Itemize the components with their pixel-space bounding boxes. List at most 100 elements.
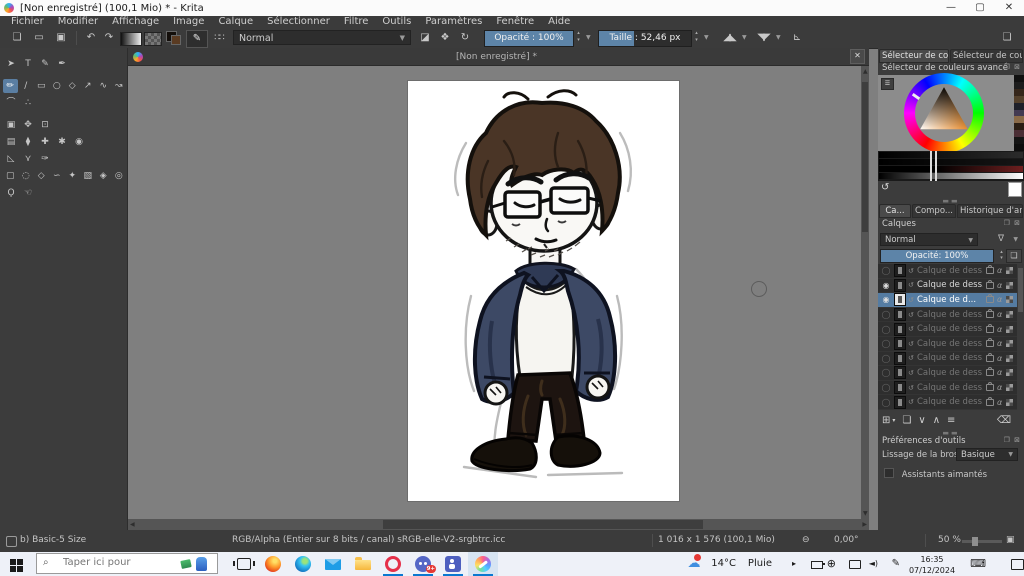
zoom-slider-thumb[interactable]	[972, 537, 978, 546]
visibility-icon[interactable]	[880, 325, 892, 334]
polyline-tool[interactable]: ↗	[81, 79, 96, 93]
visibility-icon[interactable]	[880, 383, 892, 392]
chevron-down-icon[interactable]: ▼	[586, 34, 591, 41]
document-close-button[interactable]: ✕	[850, 49, 865, 64]
lock-icon[interactable]	[986, 338, 994, 348]
lock-icon[interactable]	[986, 367, 994, 377]
fill-tool[interactable]: ◉	[71, 135, 87, 149]
save-icon[interactable]: ▣	[52, 30, 70, 46]
contiguous-select-tool[interactable]: ▧	[81, 169, 96, 183]
alpha-lock-icon[interactable]: α	[997, 354, 1006, 363]
alpha-lock-icon[interactable]: α	[997, 339, 1006, 348]
text-tool[interactable]: T	[20, 57, 36, 71]
lock-icon[interactable]	[986, 265, 994, 275]
menu-item[interactable]: Affichage	[105, 16, 166, 28]
magnetic-select-tool[interactable]: ◎	[112, 169, 127, 183]
battery-icon[interactable]	[804, 552, 825, 576]
brush-size-slider[interactable]: Taille : 52,46 px	[598, 30, 692, 47]
color-slider-strips[interactable]	[878, 151, 1024, 181]
taskview-button[interactable]	[228, 552, 258, 576]
duplicate-layer-button[interactable]: ❏	[902, 415, 911, 426]
menu-item[interactable]: Calque	[211, 16, 260, 28]
history-swatch[interactable]	[1014, 109, 1024, 117]
alpha-lock-icon[interactable]: α	[997, 295, 1006, 304]
scroll-up-icon[interactable]: ▲	[863, 66, 868, 77]
alpha-lock-icon[interactable]: α	[997, 310, 1006, 319]
tab-undo-history[interactable]: Historique d'annu...	[957, 204, 1023, 218]
alpha-lock-icon[interactable]: α	[997, 398, 1006, 407]
firefox-icon[interactable]	[258, 552, 288, 576]
layer-filter-icon[interactable]: ∇	[998, 234, 1004, 244]
line-tool[interactable]: ∕	[19, 79, 34, 93]
lock-icon[interactable]	[986, 382, 994, 392]
visibility-icon[interactable]	[880, 281, 892, 290]
tray-chevron-icon[interactable]: ▸	[792, 552, 796, 576]
move-layer-down-button[interactable]: ∨	[918, 415, 925, 426]
selector-options-icon[interactable]: ☰	[881, 78, 894, 90]
open-icon[interactable]: ▭	[30, 30, 48, 46]
network-icon[interactable]: ⊕	[827, 552, 836, 576]
bezier-curve-tool[interactable]: ∿	[96, 79, 111, 93]
visibility-icon[interactable]	[880, 354, 892, 363]
visibility-icon[interactable]	[880, 310, 892, 319]
layer-row[interactable]: Calque de dess... α	[878, 395, 1017, 410]
freehand-path-tool[interactable]: ↝	[112, 79, 127, 93]
chevron-down-icon[interactable]: ▼	[1013, 236, 1018, 243]
dynamic-brush-tool[interactable]: ⌒	[3, 96, 19, 110]
history-swatch[interactable]	[1014, 116, 1024, 124]
menu-item[interactable]: Filtre	[337, 16, 376, 28]
edit-shapes-tool[interactable]: ✎	[37, 57, 53, 71]
history-swatch[interactable]	[1014, 123, 1024, 131]
alpha-lock-icon[interactable]: α	[997, 383, 1006, 392]
polygon-select-tool[interactable]: ◇	[34, 169, 49, 183]
zoom-tool[interactable]: Ϙ	[3, 186, 19, 200]
menu-item[interactable]: Fenêtre	[489, 16, 541, 28]
smoothing-select[interactable]: ▼ Basique	[956, 448, 1018, 461]
alpha-lock-icon[interactable]: α	[997, 281, 1006, 290]
new-document-icon[interactable]: ❏	[8, 30, 26, 46]
assistants-checkbox[interactable]	[884, 468, 894, 478]
lock-icon[interactable]	[986, 323, 994, 333]
alpha-lock-icon[interactable]: α	[997, 325, 1006, 334]
measure-tool[interactable]: ◺	[3, 152, 19, 166]
search-input[interactable]	[61, 556, 175, 569]
krita-taskbar-icon[interactable]	[468, 552, 498, 576]
display-icon[interactable]	[842, 552, 861, 576]
menu-item[interactable]: Modifier	[51, 16, 105, 28]
layer-row[interactable]: Calque de d... α	[878, 293, 1017, 308]
lock-icon[interactable]	[986, 352, 994, 362]
weather-icon[interactable]: ☁	[684, 552, 704, 576]
tab-layers[interactable]: Ca...	[879, 204, 911, 218]
pen-icon[interactable]: ✎	[892, 552, 900, 576]
visibility-icon[interactable]	[880, 368, 892, 377]
delete-layer-button[interactable]: ⌫	[997, 415, 1011, 426]
edge-icon[interactable]	[288, 552, 318, 576]
tab-compositions[interactable]: Compo...	[912, 204, 956, 218]
blending-mode-select[interactable]: ▼ Normal	[233, 30, 411, 45]
layer-list-scrollbar[interactable]	[1017, 264, 1024, 410]
calligraphy-tool[interactable]: ✒	[54, 57, 70, 71]
lock-icon[interactable]	[986, 396, 994, 406]
visibility-icon[interactable]	[880, 398, 892, 407]
layer-row[interactable]: Calque de dess... α	[878, 308, 1017, 323]
strip-4[interactable]	[879, 173, 1023, 179]
history-swatch[interactable]	[1014, 95, 1024, 103]
tab-color-selector-2[interactable]: Sélecteur de coule...	[950, 49, 1023, 63]
layer-options-icon[interactable]: ❏	[1006, 249, 1022, 263]
history-swatch[interactable]	[1014, 130, 1024, 138]
polygon-tool[interactable]: ◇	[65, 79, 80, 93]
zoom-level-label[interactable]: 50 %	[938, 535, 961, 545]
mirror-vertical-icon[interactable]: ◥◤	[752, 30, 774, 46]
freehand-select-tool[interactable]: ∽	[50, 169, 65, 183]
layer-properties-button[interactable]: ≡	[947, 415, 955, 426]
close-button[interactable]: ✕	[994, 0, 1024, 16]
layer-row[interactable]: Calque de dess... α	[878, 381, 1017, 396]
inherit-alpha-icon[interactable]	[1006, 311, 1013, 319]
inherit-alpha-icon[interactable]	[1006, 398, 1013, 406]
zoom-slider[interactable]	[962, 540, 1002, 543]
scroll-right-icon[interactable]: ▶	[862, 519, 867, 530]
pan-tool[interactable]: ☜	[20, 186, 36, 200]
teams-icon[interactable]	[438, 552, 468, 576]
taskbar-search[interactable]: ⌕	[36, 553, 218, 574]
clock[interactable]: 16:35 07/12/2024	[904, 552, 960, 576]
